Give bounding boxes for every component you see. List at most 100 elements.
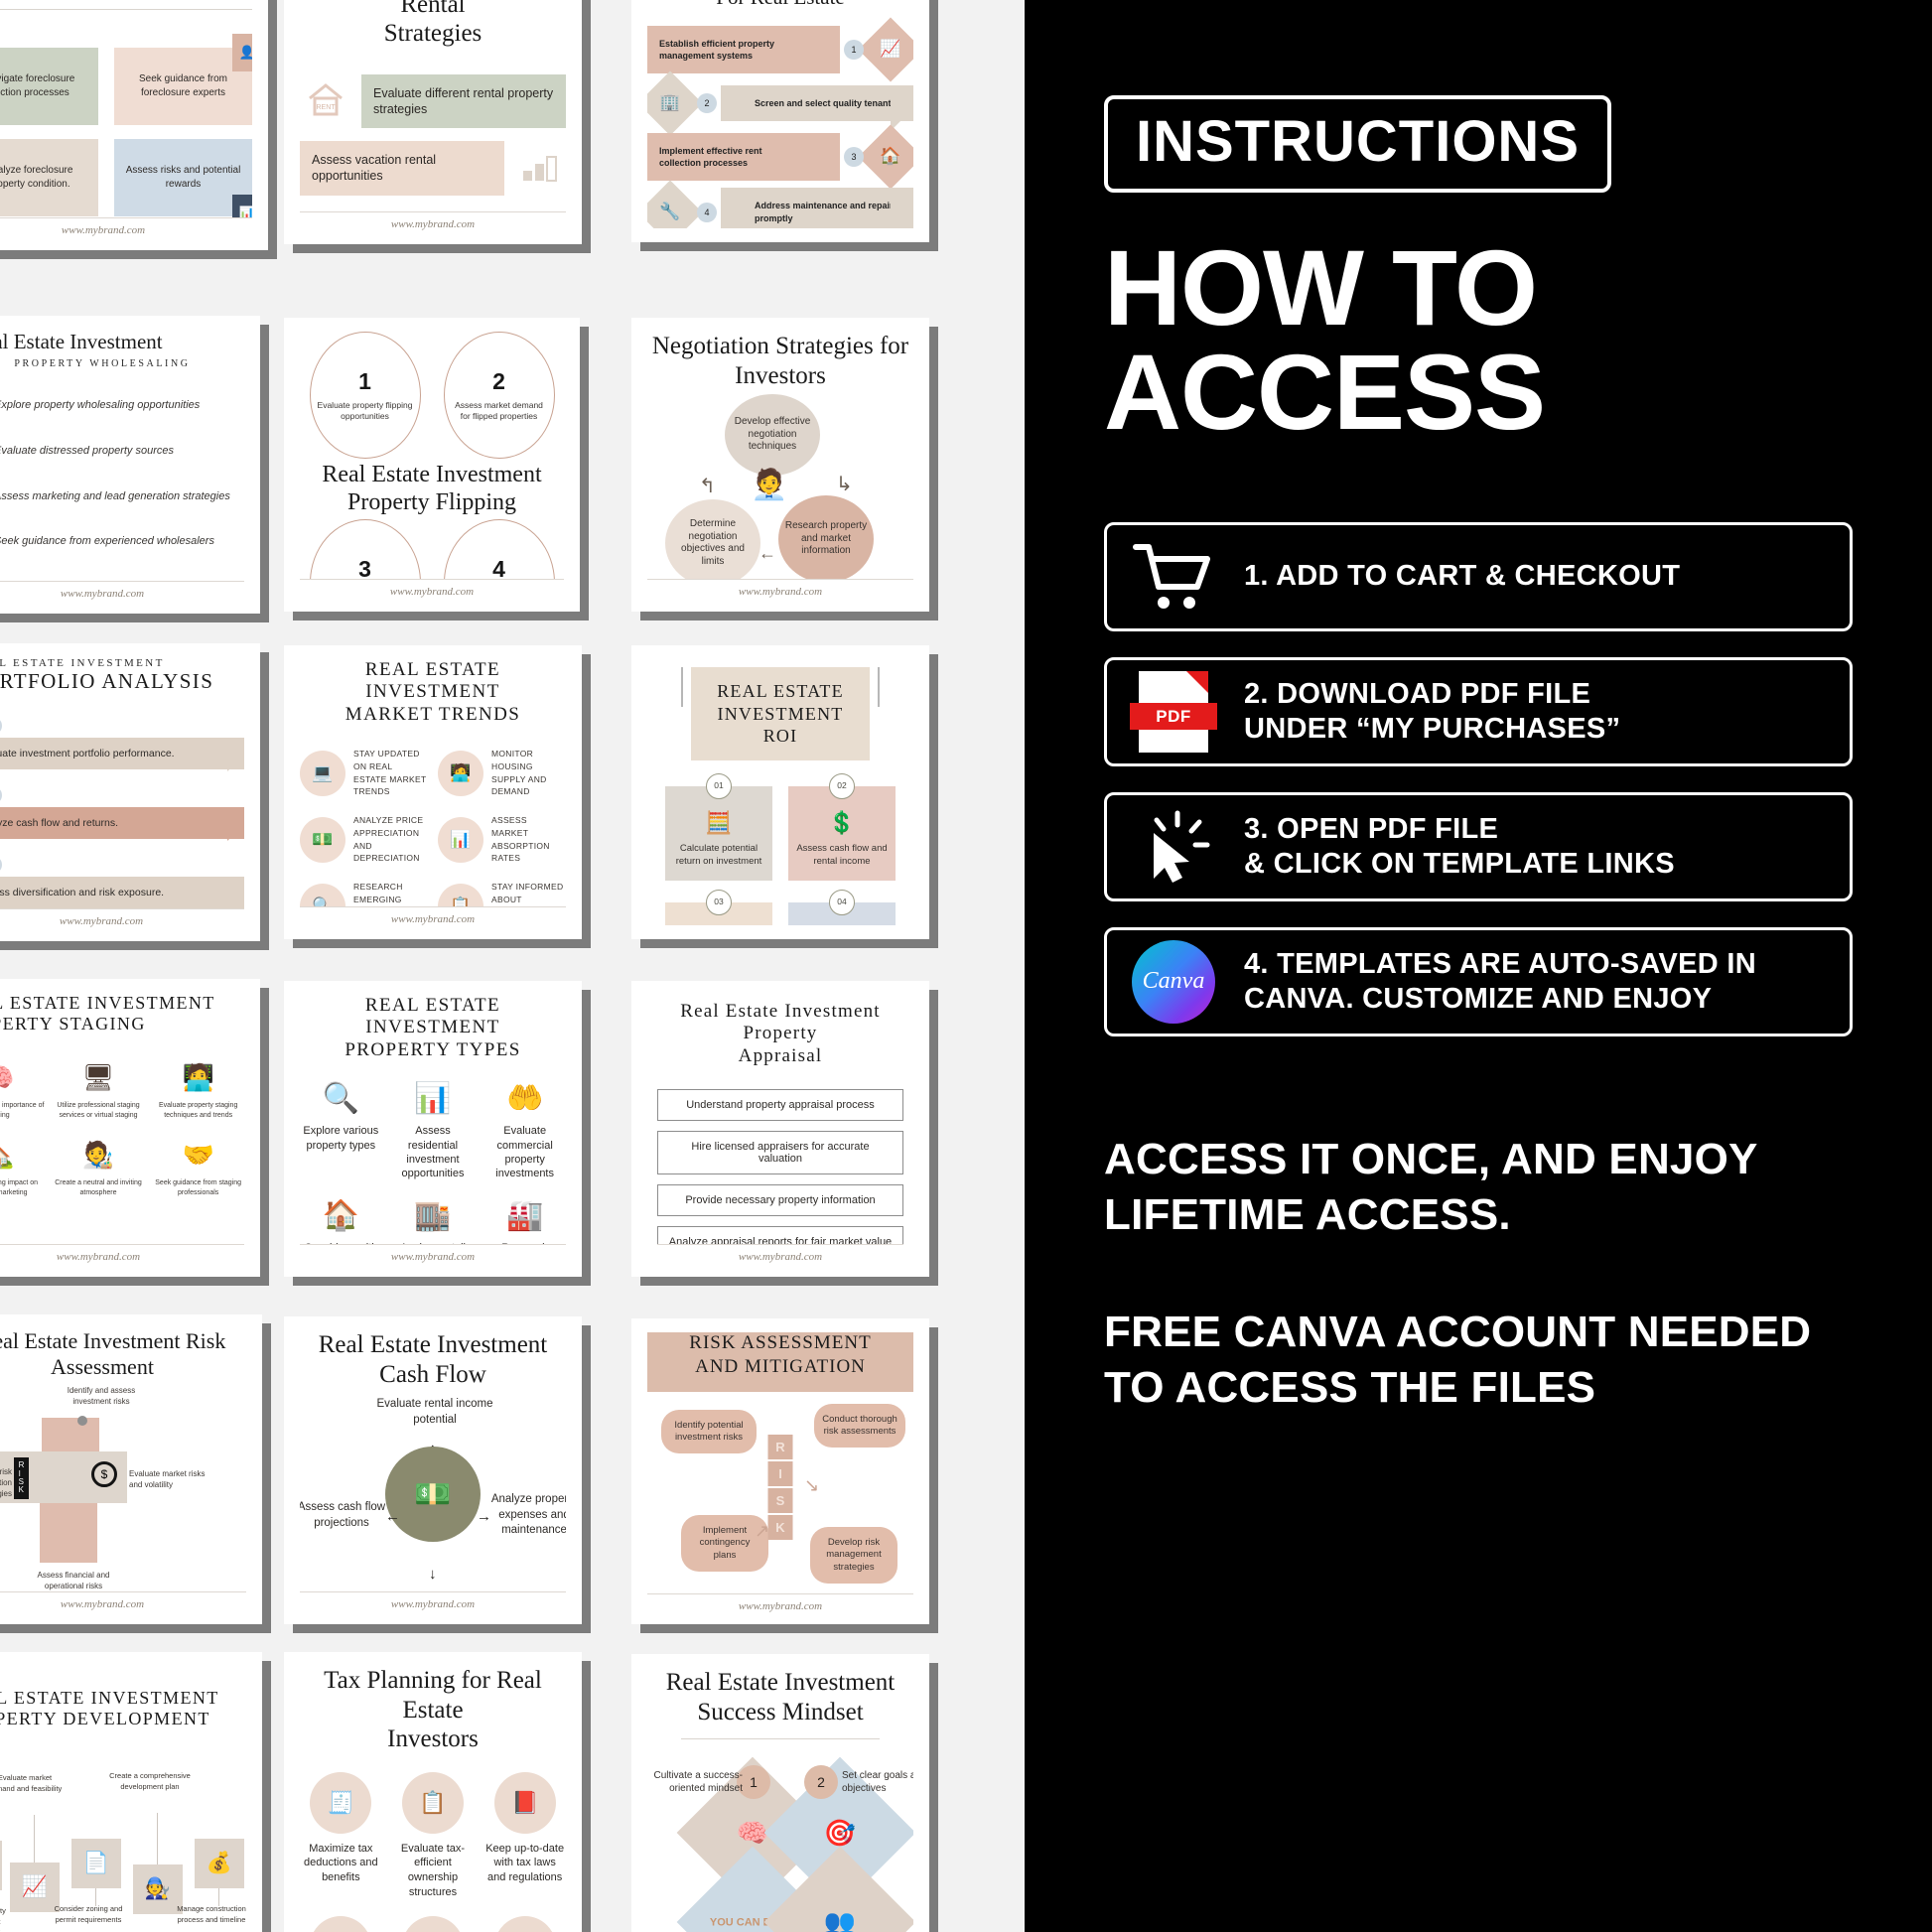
template-card-portfolio-analysis[interactable]: REAL ESTATE INVESTMENT PORTFOLIO ANALYSI… xyxy=(0,643,260,941)
list-item: Identify potential investment risks xyxy=(661,1409,757,1454)
risk-icon: 📊 xyxy=(232,194,252,217)
list-item: Establish efficient property management … xyxy=(647,17,913,82)
list-item: RENT Evaluate different rental property … xyxy=(300,73,566,128)
research-magnifier-icon: 🔍 xyxy=(300,883,345,906)
template-card-roi[interactable]: REAL ESTATE INVESTMENT ROI 01 🧮 Calculate … xyxy=(631,645,929,939)
list-item: Assess financial and operational risks xyxy=(37,1570,110,1590)
template-card-cash-flow[interactable]: Real Estate Investment Cash Flow Evaluat… xyxy=(284,1316,582,1624)
list-item: Consider zoning and permit requirements xyxy=(54,1904,123,1924)
list-item: 🧑‍🎨 Create a neutral and inviting atmosph… xyxy=(53,1140,145,1197)
template-card-tax-planning[interactable]: Tax Planning for Real Estate Investors 🧾… xyxy=(284,1652,582,1932)
card-title-line1: Real Estate Investment xyxy=(665,1669,896,1696)
list-item: 🖥 Utilize professional staging services o… xyxy=(53,1062,145,1120)
step-canva-templates[interactable]: Canva 4. TEMPLATES ARE AUTO-SAVED IN CAN… xyxy=(1104,926,1853,1036)
list-item: Identify and assess investment risks xyxy=(67,1385,136,1406)
person-notes-icon: 🧑‍🎨 xyxy=(81,1140,115,1171)
list-item: 📊 Assess risks and potential rewards xyxy=(114,138,252,217)
card-title-line2: AND MITIGATION xyxy=(695,1355,866,1377)
portfolio-items: 01Evaluate investment portfolio performa… xyxy=(0,716,244,908)
card-title-line2: Investors xyxy=(387,1725,479,1752)
template-card-success-mindset[interactable]: Real Estate Investment Success Mindset 🧠… xyxy=(631,1654,929,1932)
card-footer: www.mybrand.com xyxy=(300,1244,566,1263)
tax-doc-icon: 🧾 xyxy=(310,1771,372,1834)
list-item: 🧠Understand the importance of staging xyxy=(0,1062,45,1120)
card-title-line2: PROPERTY DEVELOPMENT xyxy=(0,1709,210,1729)
list-item: Develop effective negotiation techniques xyxy=(725,394,820,476)
step-download-pdf[interactable]: PDF 2. DOWNLOAD PDF FILE UNDER “MY PURCH… xyxy=(1104,656,1853,766)
document-icon: 📋 xyxy=(438,883,483,906)
list-item: Determine negotiation objectives and lim… xyxy=(665,499,760,579)
step-open-pdf[interactable]: 3. OPEN PDF FILE & CLICK ON TEMPLATE LIN… xyxy=(1104,791,1853,901)
list-item: 🏢 2 Screen and select quality tenants xyxy=(647,70,913,136)
list-item: 04🧾Consider tax benefits and deductions xyxy=(788,889,896,925)
card-title-line2: Appraisal xyxy=(738,1044,823,1066)
expert-icon: 👤 xyxy=(232,33,252,71)
template-card-property-types[interactable]: REAL ESTATE INVESTMENT PROPERTY TYPES 🔍 E… xyxy=(284,981,582,1277)
tax-document-icon: 🧾 xyxy=(795,924,889,925)
list-item: Evaluate market demand and feasibility xyxy=(0,1773,63,1793)
money-monitor-icon: 💵 xyxy=(300,816,345,863)
card-title-line1: Tax Planning for Real Estate xyxy=(324,1667,542,1724)
card-title-line1: Real Estate Investment Rental xyxy=(400,0,466,18)
card-title-line2: Strategies xyxy=(383,20,483,47)
lawbook-icon: 📕 xyxy=(493,1771,556,1834)
step-number: 2 xyxy=(697,93,717,114)
land-icon: 🌱 xyxy=(0,1841,2,1891)
bar-chart-icon xyxy=(514,145,566,191)
list-item: Assess cash flow projections xyxy=(300,1501,386,1529)
template-card-foreclosure[interactable]: REAL ESTATE INVESTMENT FORECLOSURE PROPE… xyxy=(0,0,268,250)
step-add-to-cart[interactable]: 1. ADD TO CART & CHECKOUT xyxy=(1104,521,1853,631)
list-item: 🏠Consider multi-family properties xyxy=(300,1198,382,1244)
investor-icon: 🧑‍💼 xyxy=(751,469,788,501)
template-card-wholesaling[interactable]: Real Estate Investment PROPERTY WHOLESAL… xyxy=(0,316,260,614)
card-title-line1: REAL ESTATE INVESTMENT xyxy=(364,995,501,1038)
card-title-line1: REAL ESTATE xyxy=(717,681,844,701)
template-card-property-development[interactable]: REAL ESTATE INVESTMENT PROPERTY DEVELOPM… xyxy=(0,1652,262,1932)
list-item: 02Analyze cash flow and returns. xyxy=(0,785,244,841)
template-card-negotiation[interactable]: Negotiation Strategies for Investors Dev… xyxy=(631,318,929,612)
template-card-risk-assessment[interactable]: Real Estate Investment Risk Assessment I… xyxy=(0,1314,262,1624)
template-card-market-trends[interactable]: REAL ESTATE INVESTMENT MARKET TRENDS 💻 ST… xyxy=(284,645,582,939)
canva-logo-icon: Canva xyxy=(1125,939,1222,1024)
card-footer: www.mybrand.com xyxy=(647,1593,913,1612)
list-item: Hire licensed appraisers for accurate va… xyxy=(657,1131,903,1175)
percent-cycle-icon: ％ xyxy=(310,1915,372,1932)
arrow-left-icon: ← xyxy=(759,543,776,563)
list-item: Research property and market information xyxy=(778,495,874,579)
list-item: 🤝 Seek guidance from staging professional… xyxy=(152,1140,244,1197)
template-card-marketing-tips[interactable]: MARKETING TIPS For Real Estate Establish… xyxy=(631,0,929,242)
template-card-risk-mitigation[interactable]: RISK ASSESSMENT AND MITIGATION Identify … xyxy=(631,1318,929,1624)
risk-mitigation-diagram: Identify potential investment risks Cond… xyxy=(647,1391,913,1593)
budget-icon: 💰 xyxy=(195,1839,244,1889)
dollar-cycle-icon: $ xyxy=(91,1460,117,1487)
hanger-line-right xyxy=(878,667,880,707)
card-title-line1: RISK ASSESSMENT xyxy=(689,1332,872,1353)
card-title-line1: Negotiation Strategies for xyxy=(651,333,909,359)
tax-planning-items: 🧾 Maximize tax deductions and benefits 📋 E… xyxy=(300,1771,566,1932)
card-title-line1: Real Estate Investment xyxy=(322,462,542,487)
lifetime-access-text: ACCESS IT ONCE, AND ENJOY LIFETIME ACCES… xyxy=(1104,1134,1757,1239)
page-title-line1: HOW TO xyxy=(1104,227,1538,347)
warehouse-icon: 🏭 xyxy=(505,1199,544,1233)
card-title-line2: MARKET TRENDS xyxy=(345,703,521,725)
staging-items: 🧠Understand the importance of staging 🖥U… xyxy=(0,1062,244,1197)
template-card-property-staging[interactable]: REAL ESTATE INVESTMENT PROPERTY STAGING … xyxy=(0,979,260,1277)
cash-flow-diagram: Evaluate rental income potential ↑ 💵 Ass… xyxy=(300,1397,566,1591)
template-card-property-flipping[interactable]: 1 Evaluate property flipping opportunitie… xyxy=(284,318,580,612)
list-item: 💻 STAY UPDATED ON REAL ESTATE MARKET TREN… xyxy=(300,748,428,798)
list-item: 🤲 Evaluate commercial property investment… xyxy=(483,1081,566,1180)
list-item: 🔍RESEARCH EMERGING MARKET OPPORTUNITIES xyxy=(300,881,428,906)
card-footer: www.mybrand.com xyxy=(0,908,244,927)
hand-money-icon: 🤲 xyxy=(505,1082,544,1116)
analytics-screen-icon: 📊 xyxy=(438,816,483,863)
template-card-rental-strategies[interactable]: Real Estate Investment Rental Strategies… xyxy=(284,0,582,244)
list-item: Analyze appraisal reports for fair marke… xyxy=(657,1226,903,1244)
person-desk-icon: 🧑‍💻 xyxy=(438,750,483,796)
card-title-line2: For Real Estate xyxy=(647,0,913,10)
instructions-listing-image: REAL ESTATE INVESTMENT FORECLOSURE PROPE… xyxy=(0,0,1932,1932)
card-footer: www.mybrand.com xyxy=(300,1591,566,1610)
advisors-icon: 👥 xyxy=(401,1915,464,1932)
template-card-appraisal[interactable]: Real Estate Investment Property Appraisa… xyxy=(631,981,929,1277)
list-item: 03Assess diversification and risk exposu… xyxy=(0,855,244,908)
pdf-badge-label: PDF xyxy=(1130,703,1217,731)
